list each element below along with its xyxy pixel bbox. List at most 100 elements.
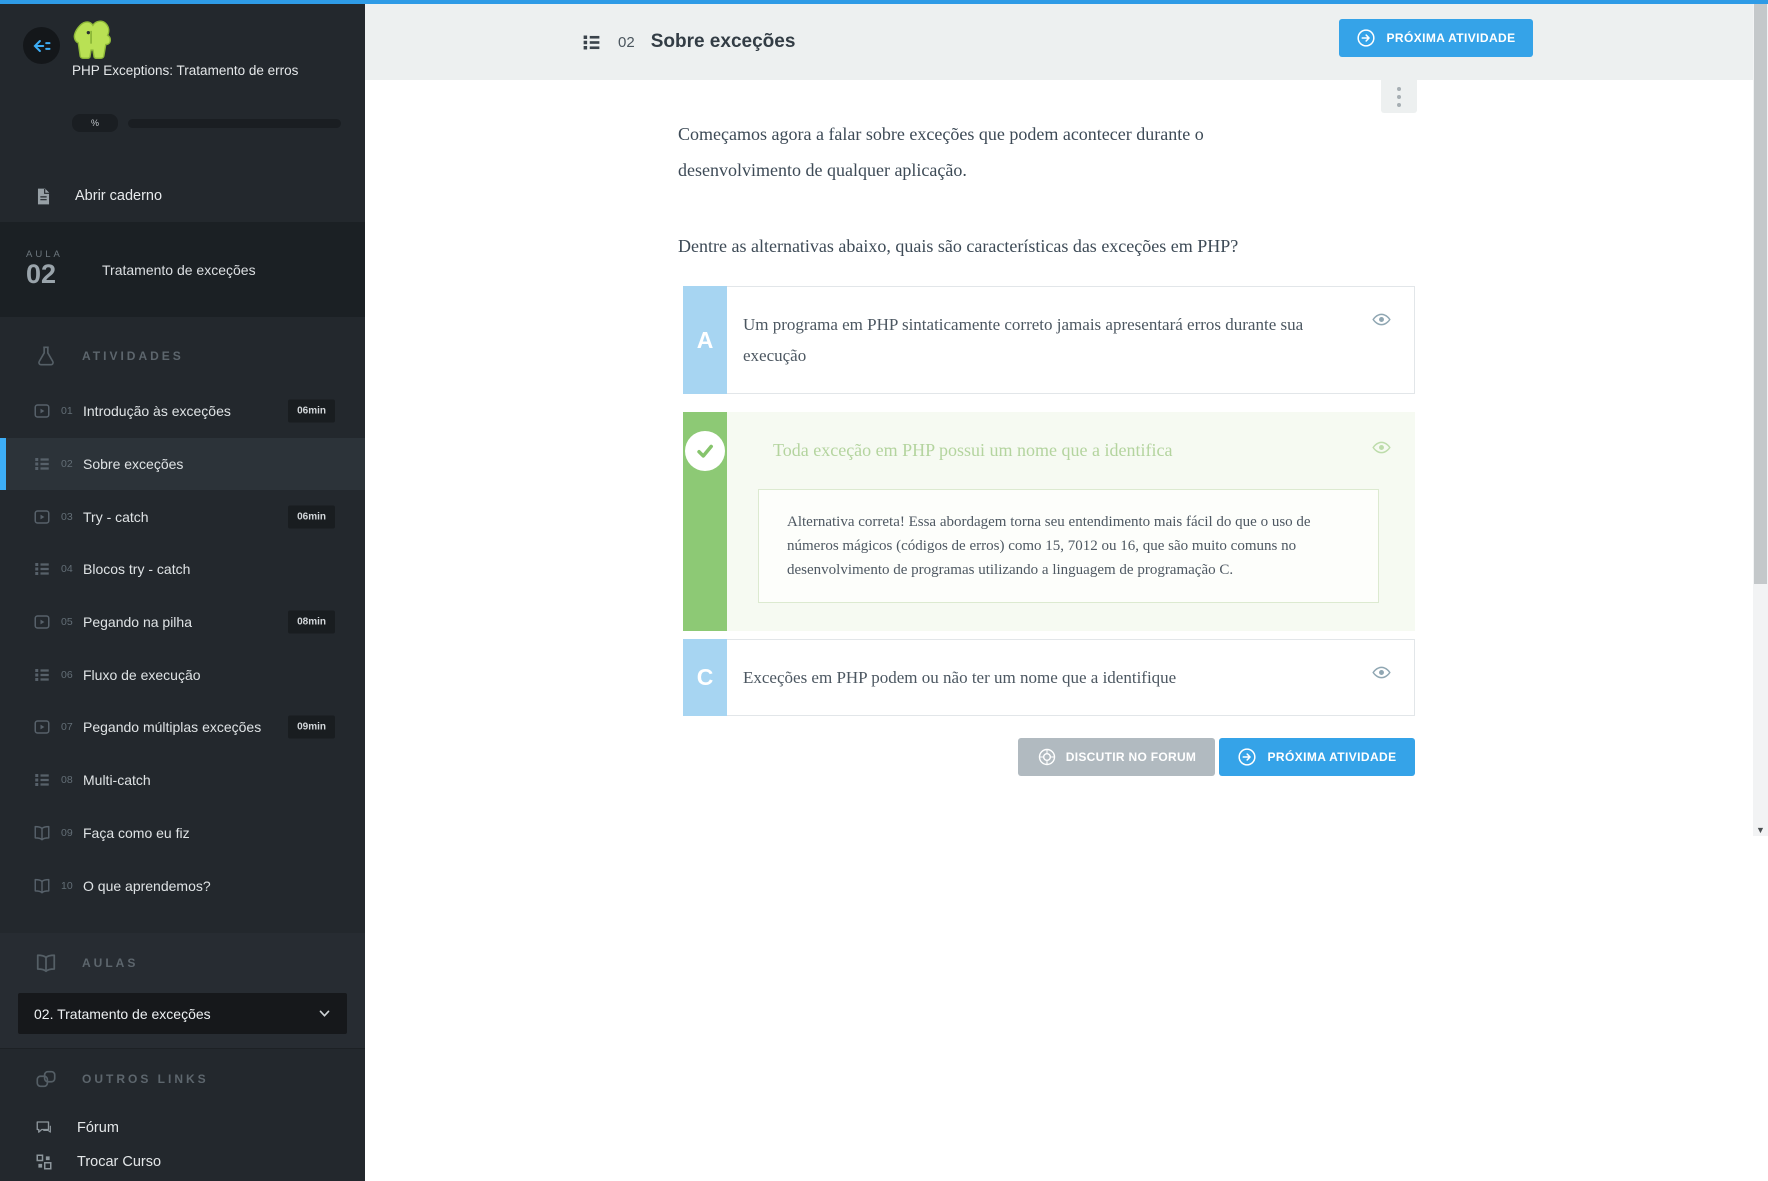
sidebar-activity-item[interactable]: 01 Introdução às exceções 06min (0, 385, 365, 438)
book-icon (33, 877, 52, 895)
video-icon (33, 718, 52, 736)
alternative-text: Exceções em PHP podem ou não ter um nome… (727, 639, 1415, 716)
next-activity-button-bottom[interactable]: PRÓXIMA ATIVIDADE (1219, 738, 1415, 776)
chat-icon (34, 1119, 53, 1137)
activity-title: Sobre exceções (650, 31, 796, 52)
other-links-header-label: OUTROS LINKS (82, 1072, 209, 1086)
chevron-down-icon (318, 1007, 331, 1020)
progress-percent-badge: % (72, 114, 118, 132)
scrollbar-thumb[interactable] (1754, 4, 1767, 584)
flask-icon (34, 345, 58, 367)
more-options-button[interactable] (1381, 80, 1417, 113)
alternative-text: Toda exceção em PHP possui um nome que a… (773, 440, 1173, 460)
list-icon (581, 32, 602, 53)
activity-item-number: 08 (61, 774, 73, 787)
eye-icon[interactable] (1372, 438, 1391, 457)
lesson-select-dropdown[interactable]: 02. Tratamento de exceções (18, 993, 347, 1034)
activity-item-number: 04 (61, 563, 73, 576)
activity-item-label: Multi-catch (83, 772, 151, 789)
sidebar-activity-item[interactable]: 10 O que aprendemos? (0, 859, 365, 912)
activity-content: 02 Sobre exceções PRÓXIMA ATIVIDADE Come… (365, 4, 1768, 1181)
activity-item-label: Blocos try - catch (83, 561, 191, 578)
next-activity-label: PRÓXIMA ATIVIDADE (1386, 31, 1516, 45)
activity-item-number: 01 (61, 405, 73, 418)
question-paragraph: Dentre as alternativas abaixo, quais são… (678, 236, 1239, 256)
discuss-forum-button[interactable]: DISCUTIR NO FORUM (1018, 738, 1215, 776)
question-text: Começamos agora a falar sobre exceções q… (678, 116, 1258, 264)
question-paragraph: Começamos agora a falar sobre exceções q… (678, 124, 1204, 180)
activity-duration-badge: 08min (288, 610, 335, 634)
sidebar-item-change-course[interactable]: Trocar Curso (0, 1147, 365, 1177)
change-course-label: Trocar Curso (77, 1154, 162, 1170)
alternative-option[interactable]: C Exceções em PHP podem ou não ter um no… (683, 639, 1415, 716)
sidebar-activity-item[interactable]: 05 Pegando na pilha 08min (0, 596, 365, 649)
grid-icon (34, 1153, 53, 1171)
sidebar-item-forum[interactable]: Fórum (0, 1113, 365, 1143)
scroll-down-arrow[interactable]: ▼ (1753, 825, 1768, 835)
activity-item-label: O que aprendemos? (83, 877, 211, 894)
vertical-scrollbar[interactable]: ▼ (1753, 4, 1768, 836)
activity-duration-badge: 06min (288, 505, 335, 529)
notebook-icon (34, 187, 53, 206)
alternatives-list: A Um programa em PHP sintaticamente corr… (683, 286, 1415, 776)
open-notebook-button[interactable]: Abrir caderno (0, 176, 365, 216)
question-actions: DISCUTIR NO FORUM PRÓXIMA ATIVIDADE (683, 738, 1415, 776)
activity-duration-badge: 06min (288, 399, 335, 423)
answer-explanation: Alternativa correta! Essa abordagem torn… (758, 489, 1379, 603)
activity-number: 02 (618, 33, 635, 51)
video-icon (33, 402, 52, 420)
list-icon (33, 560, 52, 578)
alternative-option[interactable]: A Um programa em PHP sintaticamente corr… (683, 286, 1415, 394)
activities-header-label: ATIVIDADES (82, 349, 184, 363)
other-links-header: OUTROS LINKS (0, 1065, 365, 1093)
sidebar-activity-item[interactable]: 08 Multi-catch (0, 754, 365, 807)
next-activity-button[interactable]: PRÓXIMA ATIVIDADE (1339, 19, 1533, 57)
sidebar-activity-item[interactable]: 02 Sobre exceções (0, 437, 365, 491)
activity-duration-badge: 09min (288, 715, 335, 739)
next-activity-label: PRÓXIMA ATIVIDADE (1267, 750, 1397, 764)
sidebar-activity-item[interactable]: 09 Faça como eu fiz (0, 807, 365, 860)
check-icon (685, 431, 725, 471)
sidebar-activity-item[interactable]: 03 Try - catch 06min (0, 490, 365, 543)
eye-icon[interactable] (1372, 663, 1391, 682)
activity-item-label: Try - catch (83, 508, 149, 525)
lesson-title: Tratamento de exceções (102, 261, 256, 278)
sidebar-activity-item[interactable]: 04 Blocos try - catch (0, 543, 365, 596)
open-book-icon (34, 952, 58, 974)
alternative-option-correct[interactable]: Toda exceção em PHP possui um nome que a… (683, 412, 1415, 631)
book-icon (33, 824, 52, 842)
activity-item-label: Pegando múltiplas exceções (83, 719, 262, 736)
progress-bar (128, 118, 341, 128)
course-title: PHP Exceptions: Tratamento de erros (72, 63, 299, 78)
list-icon (33, 771, 52, 789)
activity-item-label: Faça como eu fiz (83, 824, 190, 841)
answer-explanation-text: Alternativa correta! Essa abordagem torn… (787, 514, 1311, 578)
activity-item-label: Introdução às exceções (83, 403, 231, 420)
open-notebook-label: Abrir caderno (75, 188, 163, 204)
activity-item-label: Fluxo de execução (83, 666, 201, 683)
eye-icon[interactable] (1372, 310, 1391, 329)
list-icon (33, 666, 52, 684)
activity-item-number: 03 (61, 510, 73, 523)
arrow-circle-icon (1356, 28, 1376, 48)
lesson-select-value: 02. Tratamento de exceções (34, 1005, 211, 1022)
correct-marker-cell (683, 412, 727, 631)
collapse-sidebar-button[interactable] (23, 27, 60, 64)
lessons-section: AULAS 02. Tratamento de exceções (0, 933, 365, 1048)
alternative-text: Um programa em PHP sintaticamente corret… (727, 286, 1415, 394)
alternative-letter: C (683, 639, 727, 716)
sidebar-activity-item[interactable]: 06 Fluxo de execução (0, 648, 365, 701)
lessons-section-header: AULAS (0, 949, 365, 977)
lessons-header-label: AULAS (82, 956, 139, 970)
discuss-forum-label: DISCUTIR NO FORUM (1065, 750, 1197, 764)
activity-item-number: 10 (61, 879, 73, 892)
sidebar-activity-item[interactable]: 07 Pegando múltiplas exceções 09min (0, 701, 365, 754)
activity-item-number: 05 (61, 616, 73, 629)
activity-item-number: 07 (61, 721, 73, 734)
links-icon (34, 1068, 58, 1090)
collapse-arrow-icon (32, 36, 52, 56)
forum-label: Fórum (77, 1120, 119, 1136)
activity-list: 01 Introdução às exceções 06min 02 Sobre… (0, 385, 365, 912)
activities-section-header: ATIVIDADES (0, 342, 365, 370)
course-sidebar: PHP Exceptions: Tratamento de erros % Ab… (0, 4, 365, 1181)
